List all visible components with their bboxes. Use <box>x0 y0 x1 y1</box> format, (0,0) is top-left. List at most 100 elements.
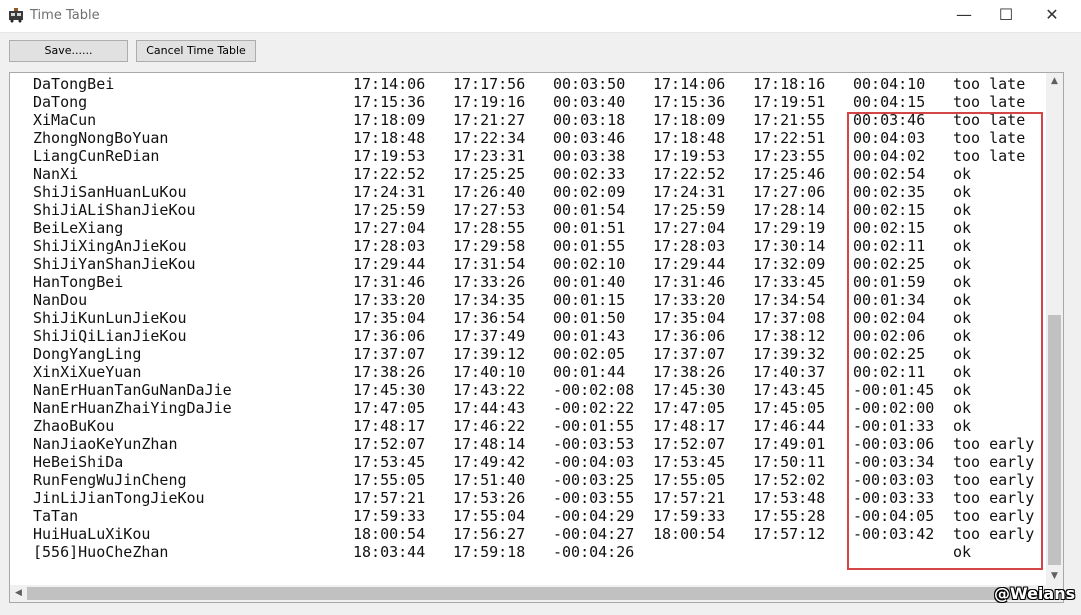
table-cell: -00:03:06 <box>853 435 935 453</box>
table-cell: 17:59:33 <box>353 507 426 525</box>
table-cell: [556]HuoCheZhan <box>33 543 169 561</box>
table-cell: 00:02:25 <box>853 255 926 273</box>
table-row: DongYangLing 17:37:07 17:39:12 00:02:05 17:3… <box>33 345 1053 363</box>
table-cell: too early <box>953 435 1035 453</box>
table-cell: 00:04:15 <box>853 93 926 111</box>
scroll-up-icon[interactable]: ▲ <box>1046 73 1063 90</box>
table-cell: 18:03:44 <box>353 543 426 561</box>
table-row: HeBeiShiDa 17:53:45 17:49:42 -00:04:03 17:53… <box>33 453 1053 471</box>
table-row: LiangCunReDian 17:19:53 17:23:31 00:03:38 17… <box>33 147 1053 165</box>
table-cell: 17:25:25 <box>453 165 526 183</box>
table-cell: 17:55:05 <box>653 471 726 489</box>
table-cell: 17:38:12 <box>753 327 826 345</box>
table-cell: 17:48:14 <box>453 435 526 453</box>
table-cell: too late <box>953 93 1026 111</box>
table-cell: 17:18:09 <box>353 111 426 129</box>
close-button[interactable]: ✕ <box>1029 0 1075 32</box>
table-cell: ok <box>953 201 972 219</box>
horizontal-scrollbar[interactable]: ◀ ▶ <box>10 585 1046 602</box>
table-row: [556]HuoCheZhan 18:03:44 17:59:18 -00:04:26… <box>33 543 1053 561</box>
table-cell: 17:57:21 <box>353 489 426 507</box>
table-row: DaTong 17:15:36 17:19:16 00:03:40 17:15:36 17… <box>33 93 1053 111</box>
table-cell: 17:53:45 <box>353 453 426 471</box>
scroll-left-icon[interactable]: ◀ <box>10 585 27 602</box>
table-row: ShiJiSanHuanLuKou 17:24:31 17:26:40 00:02:0… <box>33 183 1053 201</box>
table-cell: 17:18:16 <box>753 75 826 93</box>
maximize-button[interactable]: ☐ <box>983 0 1029 32</box>
table-cell: 17:18:09 <box>653 111 726 129</box>
table-cell: 17:55:05 <box>353 471 426 489</box>
table-cell: 17:40:10 <box>453 363 526 381</box>
table-cell: -00:04:29 <box>553 507 635 525</box>
table-cell: 17:45:05 <box>753 399 826 417</box>
table-cell: 17:26:40 <box>453 183 526 201</box>
minimize-button[interactable]: — <box>941 0 987 32</box>
table-cell: 00:02:15 <box>853 219 926 237</box>
table-cell: 00:02:11 <box>853 237 926 255</box>
table-cell: 17:29:19 <box>753 219 826 237</box>
table-row: ShiJiALiShanJieKou 17:25:59 17:27:53 00:01:… <box>33 201 1053 219</box>
table-cell: 17:25:46 <box>753 165 826 183</box>
table-cell: 17:24:31 <box>353 183 426 201</box>
table-cell: 17:45:30 <box>653 381 726 399</box>
table-cell: HuiHuaLuXiKou <box>33 525 151 543</box>
table-cell: 17:25:59 <box>353 201 426 219</box>
table-cell: 00:01:43 <box>553 327 626 345</box>
table-cell: 00:02:06 <box>853 327 926 345</box>
table-cell: ok <box>953 291 972 309</box>
table-cell: 17:21:55 <box>753 111 826 129</box>
table-cell: 17:49:01 <box>753 435 826 453</box>
scroll-down-icon[interactable]: ▼ <box>1046 568 1063 585</box>
table-cell: 17:48:17 <box>653 417 726 435</box>
window-title: Time Table <box>30 8 100 23</box>
table-cell: 17:23:31 <box>453 147 526 165</box>
table-row: DaTongBei 17:14:06 17:17:56 00:03:50 17:14:0… <box>33 75 1053 93</box>
table-cell: 00:04:03 <box>853 129 926 147</box>
timetable-textbox[interactable]: DaTongBei 17:14:06 17:17:56 00:03:50 17:14:0… <box>9 72 1064 603</box>
vertical-scroll-thumb[interactable] <box>1048 315 1061 565</box>
table-cell: HanTongBei <box>33 273 124 291</box>
table-row: RunFengWuJinCheng 17:55:05 17:51:40 -00:03:… <box>33 471 1053 489</box>
table-cell: too late <box>953 111 1026 129</box>
table-cell: 17:34:54 <box>753 291 826 309</box>
save-button[interactable]: Save...... <box>9 40 128 62</box>
table-cell: ok <box>953 345 972 363</box>
vertical-scrollbar[interactable]: ▲ ▼ <box>1046 73 1063 585</box>
table-cell: 17:55:28 <box>753 507 826 525</box>
table-cell: 17:38:26 <box>353 363 426 381</box>
horizontal-scroll-thumb[interactable] <box>27 587 1029 600</box>
table-cell: 17:52:07 <box>353 435 426 453</box>
table-cell: 17:35:04 <box>653 309 726 327</box>
table-cell: too late <box>953 147 1026 165</box>
table-cell: NanErHuanZhaiYingDaJie <box>33 399 232 417</box>
table-cell: RunFengWuJinCheng <box>33 471 187 489</box>
table-cell: 00:02:10 <box>553 255 626 273</box>
table-cell: 00:02:33 <box>553 165 626 183</box>
table-cell: 17:27:04 <box>353 219 426 237</box>
table-cell: ok <box>953 327 972 345</box>
table-cell: 00:01:15 <box>553 291 626 309</box>
table-cell: 00:01:59 <box>853 273 926 291</box>
table-cell: 00:02:35 <box>853 183 926 201</box>
table-cell: 17:19:16 <box>453 93 526 111</box>
table-cell: ShiJiQiLianJieKou <box>33 327 187 345</box>
table-cell: 17:37:49 <box>453 327 526 345</box>
table-cell: 00:01:54 <box>553 201 626 219</box>
table-cell: 00:01:40 <box>553 273 626 291</box>
table-cell: 17:29:44 <box>653 255 726 273</box>
cancel-time-table-button[interactable]: Cancel Time Table <box>136 40 256 62</box>
table-cell: ZhaoBuKou <box>33 417 115 435</box>
table-cell: -00:02:22 <box>553 399 635 417</box>
timetable-rows: DaTongBei 17:14:06 17:17:56 00:03:50 17:14:0… <box>33 75 1053 561</box>
table-cell: 17:30:14 <box>753 237 826 255</box>
table-cell: too late <box>953 75 1026 93</box>
table-row: HanTongBei 17:31:46 17:33:26 00:01:40 17:31:… <box>33 273 1053 291</box>
table-row: NanErHuanZhaiYingDaJie 17:47:05 17:44:43 -0… <box>33 399 1053 417</box>
table-cell: LiangCunReDian <box>33 147 160 165</box>
table-cell: 17:31:54 <box>453 255 526 273</box>
table-row: TaTan 17:59:33 17:55:04 -00:04:29 17:59:33 17… <box>33 507 1053 525</box>
table-cell: 17:24:31 <box>653 183 726 201</box>
table-cell: 00:03:50 <box>553 75 626 93</box>
table-cell: 17:40:37 <box>753 363 826 381</box>
table-cell: -00:02:00 <box>853 399 935 417</box>
